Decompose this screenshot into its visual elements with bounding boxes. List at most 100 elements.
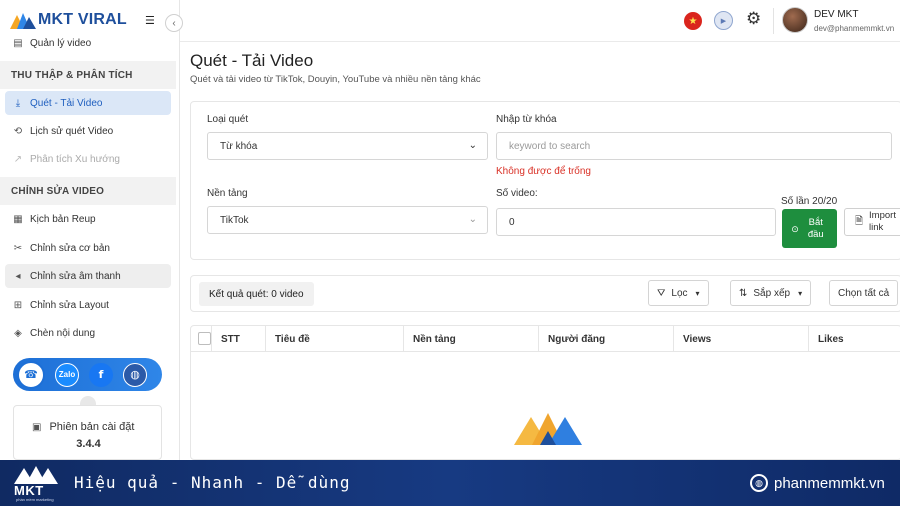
promo-banner: MKT phần mềm marketing Hiệu quả - Nhanh …	[0, 460, 900, 506]
section-header-edit: CHỈNH SỬA VIDEO	[0, 177, 176, 205]
download-icon: ⤓	[15, 97, 21, 109]
version-label: Phiên bản cài đặt	[49, 421, 135, 433]
sidebar-item-label: Quét - Tải Video	[30, 97, 103, 109]
sidebar: MKT VIRAL ☰ ▤ Quản lý video THU THẬP & P…	[0, 0, 180, 460]
keyword-input[interactable]: keyword to search	[496, 132, 892, 160]
column-title[interactable]: Tiêu đề	[265, 326, 405, 352]
hotline-icon[interactable]: ☎	[17, 360, 45, 389]
scissors-icon: ✂	[13, 242, 23, 254]
keyword-error: Không được để trống	[496, 166, 591, 177]
chevron-down-icon: ▾	[695, 288, 700, 298]
sidebar-item-label: Chèn nội dung	[30, 327, 96, 339]
scan-type-value: Từ khóa	[220, 140, 258, 152]
brand-name: MKT VIRAL	[38, 11, 127, 28]
column-views[interactable]: Views	[673, 326, 809, 352]
results-summary: Kết quả quét: 0 video	[199, 282, 314, 306]
sidebar-item-label: Chỉnh sửa Layout	[30, 299, 109, 311]
select-all-button[interactable]: Chọn tất cả	[829, 280, 899, 306]
platform-select[interactable]: TikTok ⌄	[207, 206, 488, 234]
page-title: Quét - Tải Video	[190, 51, 314, 70]
sidebar-item-video-manager[interactable]: ▤ Quản lý video	[5, 31, 171, 55]
script-icon: ▦	[13, 213, 23, 225]
filter-label: Lọc	[671, 287, 688, 299]
layers-icon: ◈	[14, 327, 22, 339]
mkt-logo-mark-icon	[14, 466, 58, 484]
section-header-collect: THU THẬP & PHÂN TÍCH	[0, 61, 176, 89]
file-import-icon: 🗎	[855, 216, 864, 227]
sidebar-item-label: Chỉnh sửa âm thanh	[30, 270, 121, 282]
play-tutorial-icon[interactable]: ▶	[714, 11, 733, 30]
install-icon: ▣	[32, 421, 42, 433]
play-circle-icon: ⊙	[791, 223, 799, 234]
vietnam-flag-icon[interactable]: ★	[684, 12, 702, 30]
column-platform[interactable]: Nền tảng	[403, 326, 539, 352]
zalo-icon[interactable]: Zalo	[55, 362, 79, 387]
avatar[interactable]	[782, 7, 808, 33]
chevron-down-icon: ⌄	[468, 140, 477, 151]
sort-label: Sắp xếp	[753, 287, 791, 299]
gear-icon[interactable]: ⚙	[746, 9, 761, 29]
mkt-brand-logo: MKT phần mềm marketing	[10, 464, 62, 502]
results-toolbar: Kết quả quét: 0 video ⛛ Lọc ▾ ⇅ Sắp xếp …	[190, 275, 900, 312]
globe-icon: ◍	[750, 474, 768, 492]
banner-logo-text: MKT	[14, 483, 44, 498]
layout-icon: ⊞	[13, 299, 23, 311]
sidebar-item-basic-edit[interactable]: ✂ Chỉnh sửa cơ bản	[5, 236, 171, 260]
collapse-sidebar-button[interactable]: ‹	[165, 14, 183, 32]
banner-website[interactable]: ◍ phanmemmkt.vn	[750, 474, 885, 492]
sidebar-item-label: Quản lý video	[30, 37, 92, 49]
filter-icon: ⛛	[657, 287, 666, 299]
filter-button[interactable]: ⛛ Lọc ▾	[648, 280, 709, 306]
scan-type-label: Loại quét	[207, 114, 249, 125]
scan-form: Loại quét Từ khóa ⌄ Nhập từ khóa keyword…	[190, 101, 900, 260]
start-button-label: Bắt đầu	[807, 216, 824, 240]
user-email: dev@phanmemmkt.vn	[814, 24, 895, 33]
sidebar-item-label: Kịch bản Reup	[30, 213, 96, 225]
video-count-input[interactable]: 0	[496, 208, 776, 236]
sidebar-item-scan-history[interactable]: ⟲ Lịch sử quét Video	[5, 119, 171, 143]
social-links: ☎ Zalo f ◍	[13, 358, 162, 391]
website-text: phanmemmkt.vn	[774, 474, 885, 492]
sidebar-item-label: Phân tích Xu hướng	[30, 153, 120, 165]
chevron-down-icon: ▾	[798, 288, 803, 298]
sidebar-item-label: Lịch sử quét Video	[30, 125, 114, 137]
menu-icon[interactable]: ☰	[145, 14, 155, 27]
results-table: STT Tiêu đề Nền tảng Người đăng Views Li…	[190, 325, 900, 460]
sort-button[interactable]: ⇅ Sắp xếp ▾	[730, 280, 812, 306]
keyword-label: Nhập từ khóa	[496, 114, 557, 125]
version-number: 3.4.4	[76, 438, 101, 450]
sidebar-item-insert-content[interactable]: ◈ Chèn nội dung	[5, 321, 171, 345]
user-name: DEV MKT	[814, 9, 859, 20]
video-count-label: Số video:	[496, 188, 538, 199]
start-button[interactable]: ⊙ Bắt đầu	[782, 209, 837, 248]
remaining-scans: Số lần 20/20	[781, 196, 838, 207]
mkt-logo-icon	[10, 13, 36, 29]
scan-type-select[interactable]: Từ khóa ⌄	[207, 132, 488, 160]
import-link-button[interactable]: 🗎 Import link	[844, 208, 900, 236]
empty-state-logo-icon	[514, 413, 582, 445]
banner-logo-subtext: phần mềm marketing	[16, 497, 54, 502]
speaker-icon: ◂	[15, 270, 21, 282]
import-button-label: Import link	[869, 210, 896, 233]
keyword-placeholder: keyword to search	[509, 140, 591, 152]
select-all-label: Chọn tất cả	[838, 287, 890, 299]
sidebar-item-audio-edit[interactable]: ◂ Chỉnh sửa âm thanh	[5, 264, 171, 288]
top-header: ★ ▶ ⚙ DEV MKT dev@phanmemmkt.vn	[180, 0, 900, 42]
sort-icon: ⇅	[739, 287, 748, 299]
sidebar-item-trend-analysis[interactable]: ↗ Phân tích Xu hướng	[5, 147, 171, 171]
website-icon[interactable]: ◍	[123, 362, 147, 387]
history-icon: ⟲	[13, 125, 23, 137]
app-logo[interactable]: MKT VIRAL	[10, 8, 127, 32]
version-card: ▣ Phiên bản cài đặt 3.4.4	[13, 405, 162, 460]
sidebar-item-layout-edit[interactable]: ⊞ Chỉnh sửa Layout	[5, 293, 171, 317]
column-likes[interactable]: Likes	[808, 326, 900, 352]
sidebar-item-scan-download[interactable]: ⤓ Quét - Tải Video	[5, 91, 171, 115]
select-all-checkbox[interactable]	[198, 332, 211, 345]
page-subtitle: Quét và tải video từ TikTok, Douyin, You…	[190, 74, 481, 85]
banner-slogan: Hiệu quả - Nhanh - Dễ dùng	[74, 473, 351, 492]
facebook-icon[interactable]: f	[89, 362, 113, 387]
column-uploader[interactable]: Người đăng	[538, 326, 674, 352]
sidebar-item-reup-script[interactable]: ▦ Kịch bản Reup	[5, 207, 171, 231]
video-library-icon: ▤	[13, 37, 23, 49]
video-count-value: 0	[509, 216, 515, 228]
